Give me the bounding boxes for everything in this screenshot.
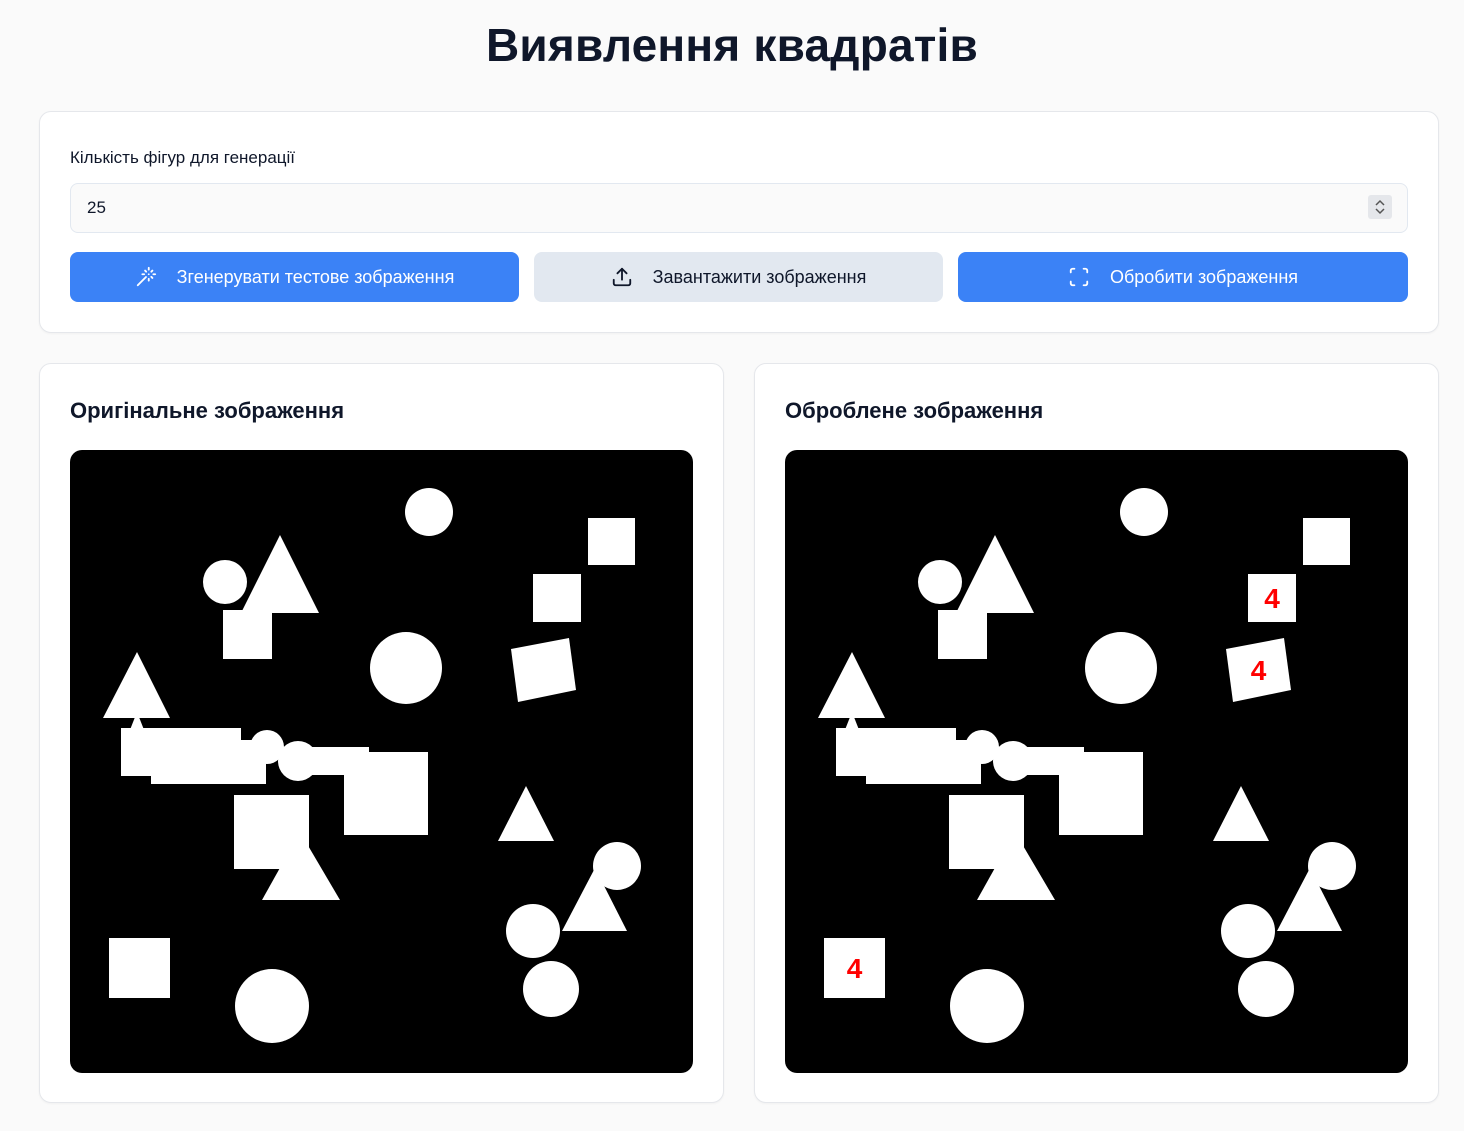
upload-button-label: Завантажити зображення — [652, 266, 867, 287]
upload-icon — [611, 266, 633, 288]
rectangle-shape — [588, 518, 635, 565]
rectangle-shape — [938, 610, 987, 659]
square-shape — [511, 638, 576, 702]
circle-shape — [1085, 632, 1157, 704]
circle-shape — [235, 969, 309, 1043]
square-shape — [109, 938, 170, 998]
original-image-panel: Оригінальне зображення — [39, 363, 724, 1103]
square-corner-count-label: 4 — [1251, 655, 1267, 686]
circle-shape — [203, 560, 247, 604]
magic-wand-icon — [135, 266, 157, 288]
square-corner-count-label: 4 — [1264, 583, 1280, 614]
original-shapes-image — [103, 488, 641, 1043]
upload-image-button[interactable]: Завантажити зображення — [534, 252, 943, 302]
rectangle-shape — [866, 740, 981, 784]
scan-frame-icon — [1068, 266, 1090, 288]
triangle-shape — [818, 652, 885, 718]
circle-shape — [523, 961, 579, 1017]
chevron-up-down-icon — [1375, 199, 1385, 215]
triangle-shape — [1213, 786, 1269, 841]
triangle-shape — [956, 535, 1034, 613]
process-image-button[interactable]: Обробити зображення — [958, 252, 1408, 302]
square-corner-count-label: 4 — [847, 953, 863, 984]
triangle-shape — [241, 535, 319, 613]
generate-test-image-button[interactable]: Згенерувати тестове зображення — [70, 252, 519, 302]
rectangle-shape — [1303, 518, 1350, 565]
rectangle-shape — [151, 740, 266, 784]
processed-image-panel: Оброблене зображення 4 4 4 — [754, 363, 1439, 1103]
rectangle-shape — [1059, 752, 1143, 835]
square-shape — [533, 574, 581, 622]
circle-shape — [506, 904, 560, 958]
circle-shape — [405, 488, 453, 536]
rectangle-shape — [223, 610, 272, 659]
triangle-shape — [103, 652, 170, 718]
page-title: Виявлення квадратів — [486, 19, 978, 71]
original-image-title: Оригінальне зображення — [70, 398, 345, 423]
circle-shape — [1238, 961, 1294, 1017]
original-image-canvas — [70, 450, 693, 1073]
circle-shape — [370, 632, 442, 704]
process-button-label: Обробити зображення — [1109, 266, 1299, 287]
controls-card: Кількість фігур для генерації Згенеруват… — [39, 111, 1439, 333]
circle-shape — [1120, 488, 1168, 536]
shape-count-label: Кількість фігур для генерації — [70, 148, 296, 167]
processed-image-title: Оброблене зображення — [785, 398, 1044, 423]
rectangle-shape — [344, 752, 428, 835]
shape-count-input[interactable] — [70, 183, 1408, 233]
processed-image-canvas: 4 4 4 — [785, 450, 1408, 1073]
circle-shape — [950, 969, 1024, 1043]
triangle-shape — [498, 786, 554, 841]
circle-shape — [918, 560, 962, 604]
circle-shape — [1221, 904, 1275, 958]
generate-button-label: Згенерувати тестове зображення — [176, 266, 455, 287]
shape-count-stepper[interactable] — [1368, 195, 1392, 219]
processed-shapes-image: 4 4 4 — [818, 488, 1356, 1043]
